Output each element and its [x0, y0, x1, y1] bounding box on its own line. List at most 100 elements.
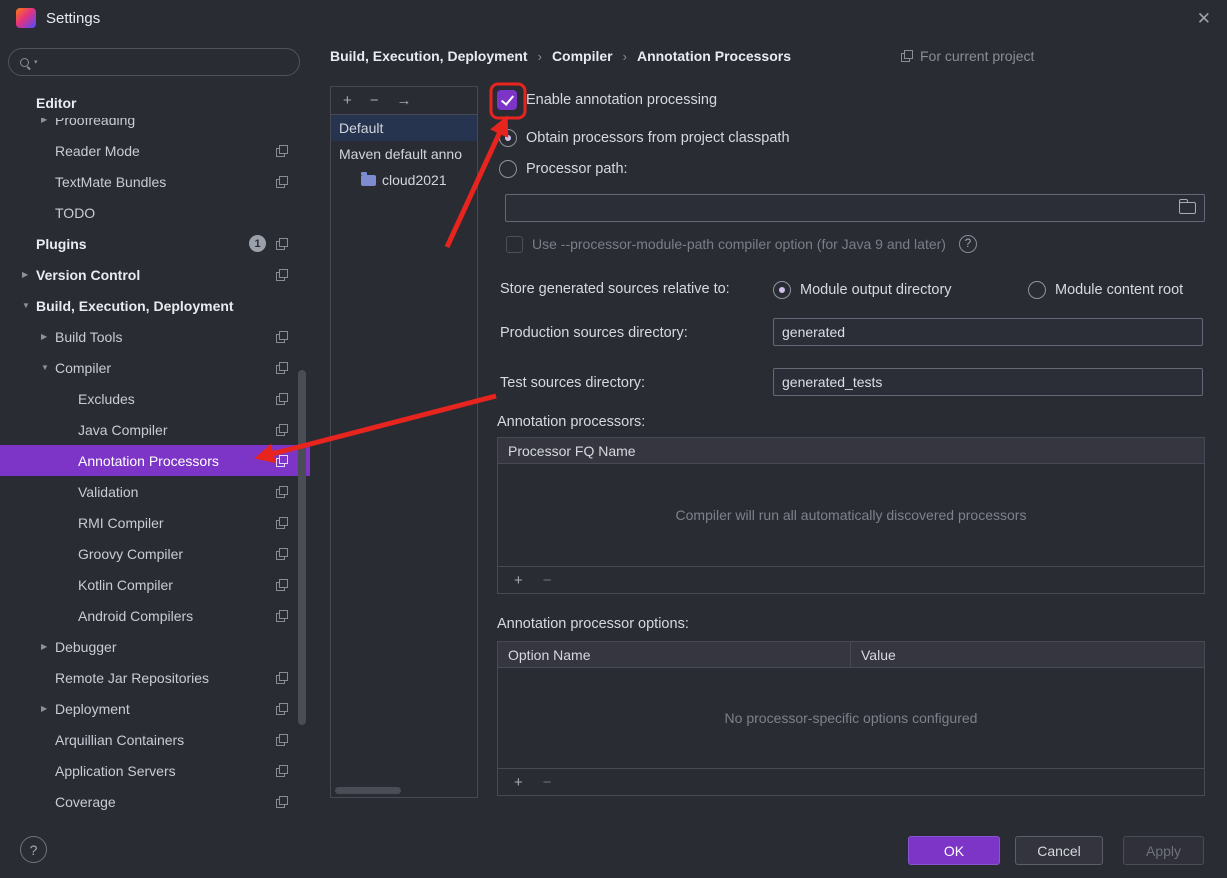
- sidebar-item[interactable]: Version Control: [0, 259, 310, 290]
- copy-settings-icon: [276, 764, 288, 777]
- processor-path-radio[interactable]: [499, 160, 517, 178]
- ok-button[interactable]: OK: [908, 836, 1000, 865]
- add-profile-icon[interactable]: +: [343, 93, 352, 108]
- sidebar-item-label: Debugger: [55, 638, 117, 655]
- sidebar-scrollbar[interactable]: [298, 370, 306, 725]
- sidebar-item[interactable]: Debugger: [0, 631, 310, 662]
- sidebar-item[interactable]: Application Servers: [0, 755, 310, 786]
- profile-list-item[interactable]: Maven default anno: [331, 141, 477, 167]
- sidebar-item-label: TODO: [55, 204, 96, 221]
- module-output-label: Module output directory: [800, 282, 952, 298]
- plugins-count-badge: 1: [249, 235, 266, 252]
- profiles-horizontal-scrollbar[interactable]: [335, 787, 401, 794]
- copy-settings-icon: [276, 423, 288, 436]
- module-path-checkbox[interactable]: [506, 235, 523, 253]
- test-sources-input[interactable]: [773, 368, 1203, 396]
- copy-settings-icon: [276, 516, 288, 529]
- move-profile-icon[interactable]: →: [397, 93, 412, 108]
- remove-profile-icon[interactable]: −: [370, 93, 379, 108]
- breadcrumb-item[interactable]: Compiler: [552, 48, 613, 64]
- profile-label: Maven default anno: [339, 146, 462, 162]
- sidebar-item[interactable]: Reader Mode: [0, 135, 310, 166]
- settings-dialog: Settings ✕ ▾ Editor Proofreading: [0, 0, 1227, 878]
- add-processor-icon[interactable]: +: [514, 573, 523, 588]
- sidebar-item-label: Java Compiler: [78, 421, 168, 438]
- add-option-icon[interactable]: +: [514, 775, 523, 790]
- sidebar-item-label: Compiler: [55, 359, 112, 376]
- sidebar-item[interactable]: Annotation Processors: [0, 445, 310, 476]
- sidebar-item-label: Application Servers: [55, 762, 176, 779]
- profiles-panel: + − → Default Maven default anno cloud20…: [330, 86, 478, 798]
- help-button[interactable]: ?: [20, 836, 47, 863]
- sidebar-item[interactable]: RMI Compiler: [0, 507, 310, 538]
- copy-settings-icon: [276, 237, 288, 250]
- annotation-processors-label: Annotation processors:: [497, 414, 646, 430]
- processor-options-table: Option Name Value No processor-specific …: [497, 641, 1205, 796]
- enable-annotation-checkbox[interactable]: [497, 90, 517, 110]
- sidebar-item[interactable]: Java Compiler: [0, 414, 310, 445]
- sidebar-item[interactable]: TextMate Bundles: [0, 166, 310, 197]
- obtain-processors-row: Obtain processors from project classpath: [499, 127, 790, 149]
- profile-list-item[interactable]: Default: [331, 115, 477, 141]
- sidebar-item[interactable]: TODO: [0, 197, 310, 228]
- sidebar-item[interactable]: Kotlin Compiler: [0, 569, 310, 600]
- sidebar-item[interactable]: Validation: [0, 476, 310, 507]
- remove-processor-icon[interactable]: −: [543, 573, 552, 588]
- sidebar-item-label: Excludes: [78, 390, 135, 407]
- sidebar-item[interactable]: Build Tools: [0, 321, 310, 352]
- apply-button[interactable]: Apply: [1123, 836, 1204, 865]
- profile-list-item[interactable]: cloud2021: [331, 167, 477, 193]
- chevron-icon[interactable]: [41, 705, 55, 713]
- scope-selector[interactable]: For current project: [901, 46, 1034, 66]
- settings-tree-panel: Editor Proofreading Reader Mode: [0, 36, 310, 820]
- option-name-header: Option Name: [498, 642, 851, 667]
- processor-path-row: Processor path:: [499, 158, 628, 180]
- copy-settings-icon: [276, 578, 288, 591]
- sidebar-item-label: RMI Compiler: [78, 514, 164, 531]
- sidebar-item[interactable]: Editor: [0, 87, 310, 118]
- copy-settings-icon: [276, 454, 288, 467]
- production-sources-label: Production sources directory:: [500, 325, 688, 341]
- module-content-row: Module content root: [1028, 279, 1183, 301]
- options-table-header: Option Name Value: [498, 642, 1204, 668]
- sidebar-item[interactable]: Compiler: [0, 352, 310, 383]
- sidebar-item[interactable]: Remote Jar Repositories: [0, 662, 310, 693]
- sidebar-item[interactable]: Arquillian Containers: [0, 724, 310, 755]
- chevron-icon[interactable]: [41, 333, 55, 341]
- cancel-button[interactable]: Cancel: [1015, 836, 1103, 865]
- copy-settings-icon: [276, 733, 288, 746]
- copy-settings-icon: [276, 795, 288, 808]
- module-content-radio[interactable]: [1028, 281, 1046, 299]
- remove-option-icon[interactable]: −: [543, 775, 552, 790]
- copy-settings-icon: [276, 268, 288, 281]
- chevron-icon[interactable]: [41, 643, 55, 651]
- copy-settings-icon: [276, 547, 288, 560]
- settings-tree: Editor Proofreading Reader Mode: [0, 87, 310, 817]
- processor-path-input[interactable]: [505, 194, 1205, 222]
- sidebar-item[interactable]: Deployment: [0, 693, 310, 724]
- breadcrumb-separator-icon: ›: [622, 48, 627, 64]
- breadcrumb-separator-icon: ›: [537, 48, 542, 64]
- sidebar-item[interactable]: Android Compilers: [0, 600, 310, 631]
- copy-settings-icon: [276, 361, 288, 374]
- sidebar-item[interactable]: Coverage: [0, 786, 310, 817]
- obtain-processors-radio[interactable]: [499, 129, 517, 147]
- help-icon[interactable]: ?: [958, 235, 977, 253]
- sidebar-item[interactable]: Plugins 1: [0, 228, 310, 259]
- sidebar-item[interactable]: Groovy Compiler: [0, 538, 310, 569]
- browse-folder-icon[interactable]: [1178, 198, 1196, 214]
- production-sources-input[interactable]: [773, 318, 1203, 346]
- copy-settings-icon: [276, 671, 288, 684]
- chevron-icon[interactable]: [41, 364, 55, 372]
- profile-label: Default: [339, 120, 384, 136]
- sidebar-item[interactable]: Excludes: [0, 383, 310, 414]
- close-icon[interactable]: ✕: [1197, 10, 1211, 27]
- sidebar-item[interactable]: Build, Execution, Deployment: [0, 290, 310, 321]
- breadcrumb-item[interactable]: Annotation Processors: [637, 48, 791, 64]
- sidebar-item-label: Version Control: [36, 266, 141, 283]
- chevron-icon[interactable]: [22, 302, 36, 310]
- chevron-icon[interactable]: [22, 271, 36, 279]
- processor-path-label: Processor path:: [526, 161, 628, 177]
- module-output-radio[interactable]: [773, 281, 791, 299]
- breadcrumb-item[interactable]: Build, Execution, Deployment: [330, 48, 528, 64]
